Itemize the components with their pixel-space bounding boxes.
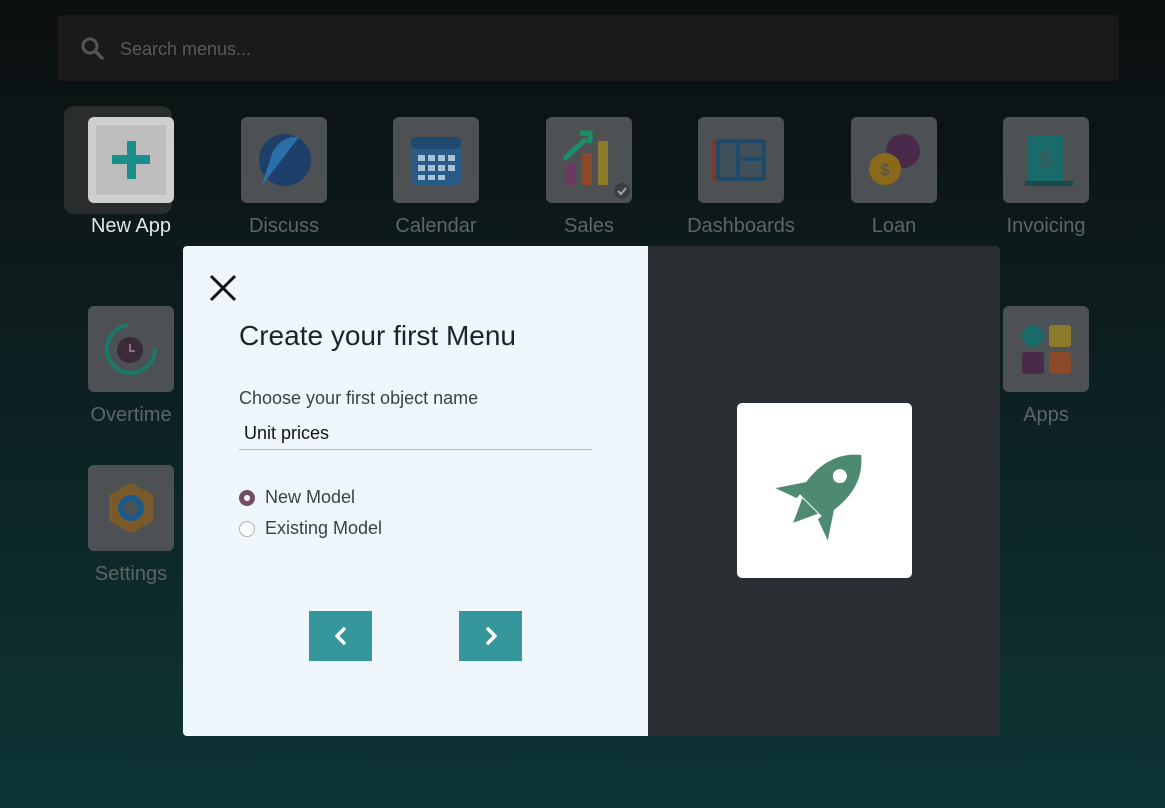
invoice-icon: $ [1003, 117, 1089, 203]
rocket-icon [775, 454, 861, 540]
loan-icon: $ [851, 117, 937, 203]
apps-grid-icon [1003, 306, 1089, 392]
calendar-icon [393, 117, 479, 203]
existing-model-radio[interactable] [239, 520, 255, 537]
app-label: Discuss [248, 215, 319, 237]
dialog-illustration-panel [648, 246, 1000, 736]
clock-icon [88, 306, 174, 392]
dashboard-icon [698, 117, 784, 203]
discuss-icon [241, 117, 327, 203]
app-dashboards[interactable]: Dashboards [676, 117, 806, 238]
create-menu-dialog: Create your first Menu Choose your first… [183, 246, 1000, 736]
dialog-form-panel: Create your first Menu Choose your first… [183, 246, 648, 736]
app-label: Settings [94, 563, 168, 585]
option-new-model[interactable]: New Model [239, 487, 355, 508]
object-name-input[interactable] [239, 418, 592, 450]
app-sales[interactable]: Sales [524, 117, 654, 238]
app-label: Dashboards [687, 215, 795, 237]
svg-text:$: $ [1039, 147, 1051, 172]
svg-text:$: $ [881, 162, 890, 179]
app-calendar[interactable]: Calendar [371, 117, 501, 238]
app-label: Calendar [395, 215, 477, 237]
previous-button[interactable] [309, 611, 372, 661]
app-discuss[interactable]: Discuss [219, 117, 349, 238]
plus-icon [88, 117, 174, 203]
app-settings[interactable]: Settings [66, 465, 196, 586]
option-existing-model[interactable]: Existing Model [239, 518, 382, 539]
chevron-right-icon [485, 627, 497, 645]
sales-chart-icon [546, 117, 632, 203]
app-label: Loan [871, 215, 917, 237]
new-model-label: New Model [265, 487, 356, 507]
next-button[interactable] [459, 611, 522, 661]
search-icon [81, 37, 104, 60]
app-label: Overtime [90, 404, 172, 426]
illustration-card [737, 403, 912, 578]
dialog-title: Create your first Menu [239, 320, 516, 351]
app-overtime[interactable]: Overtime [66, 306, 196, 427]
new-model-radio[interactable] [239, 489, 255, 506]
app-apps[interactable]: Apps [981, 306, 1111, 427]
object-name-label: Choose your first object name [239, 388, 479, 408]
app-label: Apps [1023, 404, 1069, 426]
app-loan[interactable]: $ Loan [829, 117, 959, 238]
app-label: Sales [563, 215, 615, 237]
chevron-left-icon [334, 627, 346, 645]
existing-model-label: Existing Model [265, 518, 383, 538]
close-button[interactable] [207, 272, 239, 304]
app-label: New App [90, 215, 172, 237]
app-label: Invoicing [1006, 215, 1086, 237]
app-invoicing[interactable]: $ Invoicing [981, 117, 1111, 238]
search-bar[interactable] [58, 15, 1119, 81]
search-input[interactable] [118, 33, 1022, 65]
close-icon [209, 274, 237, 302]
app-new-app[interactable]: New App [64, 106, 196, 238]
settings-icon [88, 465, 174, 551]
